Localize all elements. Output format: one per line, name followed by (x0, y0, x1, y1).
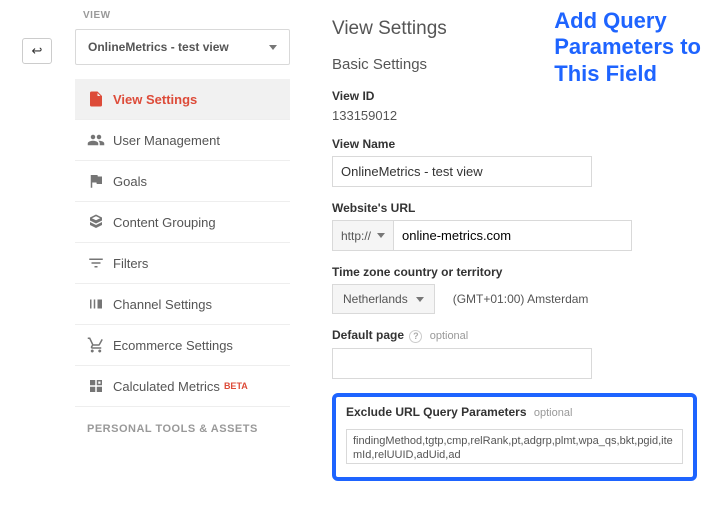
annotation-line: Parameters to (554, 34, 701, 60)
optional-text: optional (534, 407, 573, 419)
timezone-offset-text: (GMT+01:00) Amsterdam (453, 292, 589, 306)
caret-down-icon (416, 297, 424, 302)
exclude-params-highlight: Exclude URL Query Parameters optional (332, 393, 697, 481)
nav-channel-settings[interactable]: Channel Settings (75, 284, 290, 325)
annotation-line: This Field (554, 61, 701, 87)
users-icon (87, 131, 113, 149)
nav-view-settings[interactable]: View Settings (75, 79, 290, 120)
nav-label: Calculated Metrics (113, 379, 220, 394)
beta-badge: BETA (224, 381, 248, 391)
channel-icon (87, 295, 113, 313)
nav-label: View Settings (113, 92, 197, 107)
content-grouping-icon (87, 213, 113, 231)
cart-icon (87, 336, 113, 354)
default-page-input[interactable] (332, 348, 592, 379)
main-content: View Settings Basic Settings View ID 133… (300, 0, 719, 506)
nav-label: Filters (113, 256, 148, 271)
sidebar: VIEW OnlineMetrics - test view View Sett… (0, 0, 300, 506)
optional-text: optional (430, 330, 469, 342)
exclude-params-label: Exclude URL Query Parameters optional (346, 405, 683, 419)
nav-user-management[interactable]: User Management (75, 120, 290, 161)
help-icon[interactable]: ? (409, 330, 422, 343)
view-name-label: View Name (332, 137, 697, 151)
timezone-label: Time zone country or territory (332, 265, 697, 279)
timezone-country-select[interactable]: Netherlands (332, 284, 435, 314)
timezone-country-text: Netherlands (343, 292, 408, 306)
annotation-line: Add Query (554, 8, 701, 34)
nav-label: Channel Settings (113, 297, 212, 312)
caret-down-icon (269, 45, 277, 50)
view-section-label: VIEW (75, 10, 290, 21)
view-name-input[interactable] (332, 156, 592, 187)
nav-filters[interactable]: Filters (75, 243, 290, 284)
nav-label: Content Grouping (113, 215, 216, 230)
nav-goals[interactable]: Goals (75, 161, 290, 202)
annotation-callout: Add Query Parameters to This Field (554, 8, 701, 87)
nav-label: Ecommerce Settings (113, 338, 233, 353)
nav-calculated-metrics[interactable]: Calculated Metrics BETA (75, 366, 290, 407)
default-page-label: Default page ? optional (332, 328, 697, 343)
url-protocol-select[interactable]: http:// (332, 220, 393, 251)
website-url-label: Website's URL (332, 201, 697, 215)
personal-tools-section-header: PERSONAL TOOLS & ASSETS (75, 407, 290, 443)
nav-label: Goals (113, 174, 147, 189)
view-selector-dropdown[interactable]: OnlineMetrics - test view (75, 29, 290, 65)
view-id-label: View ID (332, 89, 697, 103)
view-id-value: 133159012 (332, 108, 697, 123)
view-selector-text: OnlineMetrics - test view (88, 40, 229, 54)
website-url-input[interactable] (393, 220, 632, 251)
nav-label: User Management (113, 133, 220, 148)
exclude-params-textarea[interactable] (346, 429, 683, 464)
calculated-metrics-icon (87, 377, 113, 395)
back-button[interactable]: ↩ (22, 38, 52, 64)
caret-down-icon (377, 233, 385, 238)
flag-icon (87, 172, 113, 190)
back-arrow-icon: ↩ (32, 43, 43, 59)
filter-icon (87, 254, 113, 272)
nav-content-grouping[interactable]: Content Grouping (75, 202, 290, 243)
url-protocol-text: http:// (341, 229, 371, 243)
file-icon (87, 90, 113, 108)
nav-ecommerce-settings[interactable]: Ecommerce Settings (75, 325, 290, 366)
